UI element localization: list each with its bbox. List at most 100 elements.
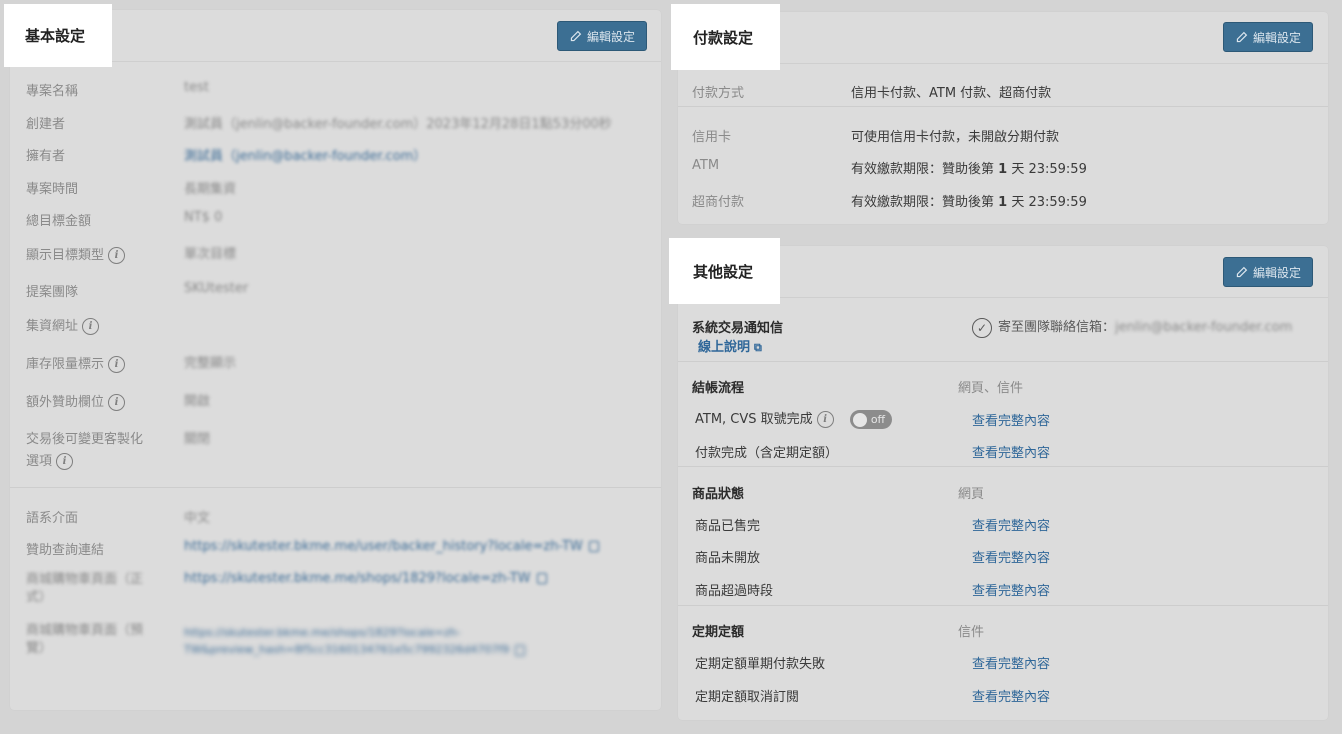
row-label-multiline: 交易後可變更客製化 選項 i xyxy=(26,429,143,473)
row-label-line: 商城購物車頁面（正 xyxy=(26,572,144,587)
row-label: 創建者 xyxy=(26,117,66,132)
other-settings-title: 其他設定 xyxy=(669,238,780,304)
check-circle-icon: ✓ xyxy=(972,317,992,338)
product-title: 商品狀態 xyxy=(692,487,745,502)
info-icon[interactable]: i xyxy=(108,394,126,411)
credit-card-label: 信用卡 xyxy=(692,130,732,145)
view-full-link[interactable]: 查看完整內容 xyxy=(972,580,1050,599)
credit-card-value: 可使用信用卡付款，未開啟分期付款 xyxy=(851,130,1060,145)
row-label-line: 交易後可變更客製化 xyxy=(26,432,144,447)
row-value: 開啟 xyxy=(184,394,211,409)
link-line: https://skutester.bkme.me/shops/1829?loc… xyxy=(184,626,461,639)
row-label: 顯示目標類型 xyxy=(26,248,105,263)
shop-preview-link[interactable]: https://skutester.bkme.me/shops/1829?loc… xyxy=(184,624,526,658)
row-value: SKUtester xyxy=(184,281,249,296)
link-line: TW&preview_hash=8f5cc3160134761e5c799232… xyxy=(184,643,510,656)
basic-edit-button[interactable]: 編輯設定 xyxy=(557,21,647,51)
view-full-link[interactable]: 查看完整內容 xyxy=(972,442,1050,461)
info-icon[interactable]: i xyxy=(816,411,834,428)
recurring-item: 定期定額單期付款失敗 xyxy=(695,657,826,672)
view-full-link[interactable]: 查看完整內容 xyxy=(972,653,1050,672)
section-divider xyxy=(10,487,661,488)
pencil-icon xyxy=(570,30,582,41)
row-value: 中文 xyxy=(184,511,211,526)
section-divider xyxy=(678,106,1328,107)
row-value: 長期集資 xyxy=(184,182,237,197)
shop-cart-link[interactable]: https://skutester.bkme.me/shops/1829?loc… xyxy=(184,571,547,586)
view-full-link[interactable]: 查看完整內容 xyxy=(972,547,1050,566)
other-edit-button[interactable]: 編輯設定 xyxy=(1223,257,1313,287)
backer-history-link[interactable]: https://skutester.bkme.me/user/backer_hi… xyxy=(184,539,599,554)
value-text: 有效繳款期限：贊助後第 xyxy=(851,162,999,177)
payment-settings-title: 付款設定 xyxy=(671,4,780,70)
value-text: 有效繳款期限：贊助後第 xyxy=(851,195,999,210)
view-full-link[interactable]: 查看完整內容 xyxy=(972,515,1050,534)
row-label-line: 式） xyxy=(26,590,53,605)
pencil-icon xyxy=(1236,31,1248,42)
toggle-label: off xyxy=(870,413,886,426)
recurring-item: 定期定額取消訂閱 xyxy=(695,690,800,705)
payment-method-label: 付款方式 xyxy=(692,86,745,101)
section-divider xyxy=(678,361,1328,362)
value-text: 天 23:59:59 xyxy=(1007,162,1087,177)
toggle-knob xyxy=(852,412,867,427)
row-label: 專案名稱 xyxy=(26,84,79,99)
row-value: 單次目標 xyxy=(184,247,237,262)
row-label: 總目標金額 xyxy=(26,214,92,229)
row-label-with-info: 庫存限量標示 i xyxy=(26,353,126,373)
info-icon[interactable]: i xyxy=(108,356,126,373)
info-icon[interactable]: i xyxy=(108,247,126,264)
view-full-link[interactable]: 查看完整內容 xyxy=(972,686,1050,705)
row-label-with-info: 集資網址 i xyxy=(26,315,100,335)
row-label-multiline: 商城購物車頁面（預 覽） xyxy=(26,622,143,658)
copy-icon[interactable] xyxy=(536,573,547,584)
section-divider xyxy=(678,605,1328,606)
row-value: test xyxy=(184,80,209,95)
help-link[interactable]: 線上說明 ⧉ xyxy=(698,336,762,355)
row-label: 擁有者 xyxy=(26,149,66,164)
row-label: 贊助查詢連結 xyxy=(26,543,105,558)
cvs-value: 有效繳款期限：贊助後第 1 天 23:59:59 xyxy=(851,191,1087,210)
atm-value: 有效繳款期限：贊助後第 1 天 23:59:59 xyxy=(851,158,1087,177)
row-label-line: 選項 xyxy=(26,454,53,469)
section-divider xyxy=(678,466,1328,467)
value-text: 天 23:59:59 xyxy=(1007,195,1087,210)
row-label-with-info: 額外贊助欄位 i xyxy=(26,391,126,411)
other-settings-panel: 編輯設定 系統交易通知信 線上說明 ⧉ ✓ 寄至團隊聯絡信箱：jenlin@back… xyxy=(678,246,1328,720)
row-label-with-info: 顯示目標類型 i xyxy=(26,244,126,264)
info-icon[interactable]: i xyxy=(82,318,100,335)
recurring-channel: 信件 xyxy=(958,625,985,640)
atm-notify-toggle[interactable]: off xyxy=(849,410,892,429)
external-link-icon: ⧉ xyxy=(754,341,762,354)
product-channel: 網頁 xyxy=(958,487,985,502)
value-number: 1 xyxy=(998,162,1008,177)
payment-edit-button[interactable]: 編輯設定 xyxy=(1223,22,1313,52)
checkout-channel: 網頁、信件 xyxy=(958,381,1024,396)
checkout-item-atm: ATM, CVS 取號完成 i off xyxy=(695,408,892,429)
product-item: 商品已售完 xyxy=(695,519,761,534)
copy-icon[interactable] xyxy=(588,541,599,552)
copy-icon[interactable] xyxy=(515,644,526,656)
notify-label: 系統交易通知信 xyxy=(692,321,784,336)
checkout-item-paid: 付款完成（含定期定額） xyxy=(695,446,839,461)
row-label-line: 覽） xyxy=(26,641,53,656)
row-label-line: 商城購物車頁面（預 xyxy=(26,623,144,638)
payment-method-value: 信用卡付款、ATM 付款、超商付款 xyxy=(851,86,1052,101)
product-item: 商品未開放 xyxy=(695,551,761,566)
value-number: 1 xyxy=(998,195,1008,210)
row-label: 語系介面 xyxy=(26,511,79,526)
row-label: 集資網址 xyxy=(26,319,79,334)
view-full-link[interactable]: 查看完整內容 xyxy=(972,410,1050,429)
atm-label: ATM xyxy=(692,158,720,173)
notify-value: ✓ 寄至團隊聯絡信箱：jenlin@backer-founder.com xyxy=(972,316,1292,338)
recurring-title: 定期定額 xyxy=(692,625,745,640)
basic-settings-title: 基本設定 xyxy=(4,4,112,67)
info-icon[interactable]: i xyxy=(56,453,74,470)
row-label: 額外贊助欄位 xyxy=(26,395,105,410)
row-value: 測試員（jenlin@backer-founder.com）2023年12月28… xyxy=(184,117,612,132)
row-value: 完整顯示 xyxy=(184,356,237,371)
owner-link[interactable]: 測試員（jenlin@backer-founder.com） xyxy=(184,145,426,164)
checkout-title: 結帳流程 xyxy=(692,381,745,396)
row-label: 提案團隊 xyxy=(26,285,79,300)
notify-email: jenlin@backer-founder.com xyxy=(1115,320,1293,335)
